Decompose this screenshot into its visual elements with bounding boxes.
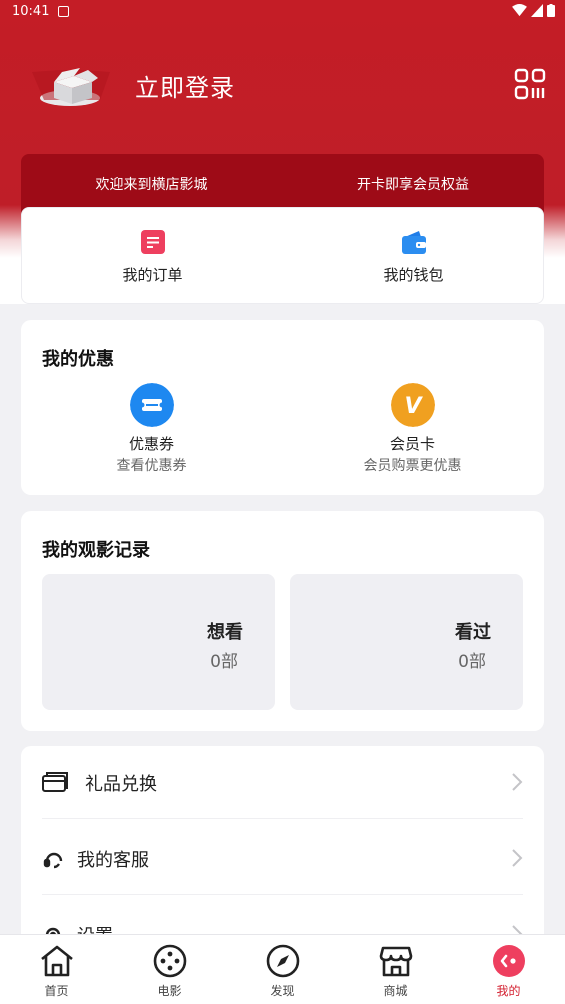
membership-promo-text[interactable]: 开卡即享会员权益 [282,174,544,194]
coupon-title: 优惠券 [128,435,174,453]
tab-home[interactable]: 首页 [0,935,113,1004]
menu-item-customer-service[interactable]: 我的客服 [42,822,523,898]
coupon-button[interactable]: 优惠券 查看优惠券 [21,320,282,495]
tab-discover[interactable]: 发现 [226,935,339,1004]
want-to-watch-label: 想看 [207,622,243,643]
welcome-text: 欢迎来到横店影城 [95,177,208,193]
watch-history-card: 我的观影记录 想看 0部 看过 0部 [21,511,544,731]
order-icon [141,230,165,254]
membership-banner[interactable]: 欢迎来到横店影城 开卡即享会员权益 [21,154,544,214]
bottom-tab-bar: 首页 电影 发现 商城 我的 [0,934,565,1004]
login-link[interactable]: 立即登录 [135,68,235,103]
gift-exchange-label: 礼品兑换 [85,774,157,795]
my-orders-button[interactable]: 我的订单 [22,208,283,305]
watched-button[interactable]: 看过 0部 [290,574,523,710]
vip-card-title: 会员卡 [389,435,435,453]
status-time: 10:41 [12,4,50,19]
film-reel-icon [153,944,187,978]
chevron-right-icon [512,849,523,867]
tab-profile[interactable]: 我的 [452,935,565,1004]
avatar[interactable] [30,62,114,108]
tab-movies[interactable]: 电影 [113,935,226,1004]
vip-card-button[interactable]: V 会员卡 会员购票更优惠 [282,320,543,495]
vip-card-icon: V [391,383,435,427]
tab-store-label: 商城 [383,984,408,998]
notification-icon [58,6,69,17]
watch-history-title: 我的观影记录 [42,540,150,561]
signal-icon [531,4,543,17]
tab-discover-label: 发现 [270,984,295,998]
my-wallet-button[interactable]: 我的钱包 [283,208,544,305]
home-icon [41,945,73,977]
my-wallet-label: 我的钱包 [383,266,444,284]
menu-divider [42,818,523,819]
menu-divider [42,894,523,895]
status-bar: 10:41 [0,0,565,24]
tab-movies-label: 电影 [157,984,182,998]
battery-icon [547,4,555,17]
headset-icon [43,852,63,869]
gift-card-icon [42,772,68,792]
qr-code-icon[interactable] [514,68,546,100]
customer-service-label: 我的客服 [77,850,149,871]
coupon-icon [130,383,174,427]
system-icons [512,4,555,17]
wifi-icon [512,4,527,17]
watched-label: 看过 [455,622,491,643]
menu-item-gift-exchange[interactable]: 礼品兑换 [42,746,523,822]
tab-home-label: 首页 [44,984,69,998]
compass-icon [266,944,300,978]
promotions-card: 我的优惠 优惠券 查看优惠券 V 会员卡 会员购票更优惠 [21,320,544,495]
vip-card-subtitle: 会员购票更优惠 [363,458,462,474]
chevron-right-icon [512,773,523,791]
want-to-watch-button[interactable]: 想看 0部 [42,574,275,710]
want-to-watch-count: 0部 [210,652,238,672]
watched-count: 0部 [458,652,486,672]
tab-store[interactable]: 商城 [339,935,452,1004]
coupon-subtitle: 查看优惠券 [116,458,187,474]
svg-text:V: V [404,394,423,419]
quick-actions-card: 我的订单 我的钱包 [21,207,544,304]
empty-box-icon [32,68,110,106]
tab-profile-label: 我的 [496,984,521,998]
store-icon [379,946,413,977]
profile-icon [493,945,525,977]
my-orders-label: 我的订单 [122,266,183,284]
wallet-icon [402,231,426,254]
